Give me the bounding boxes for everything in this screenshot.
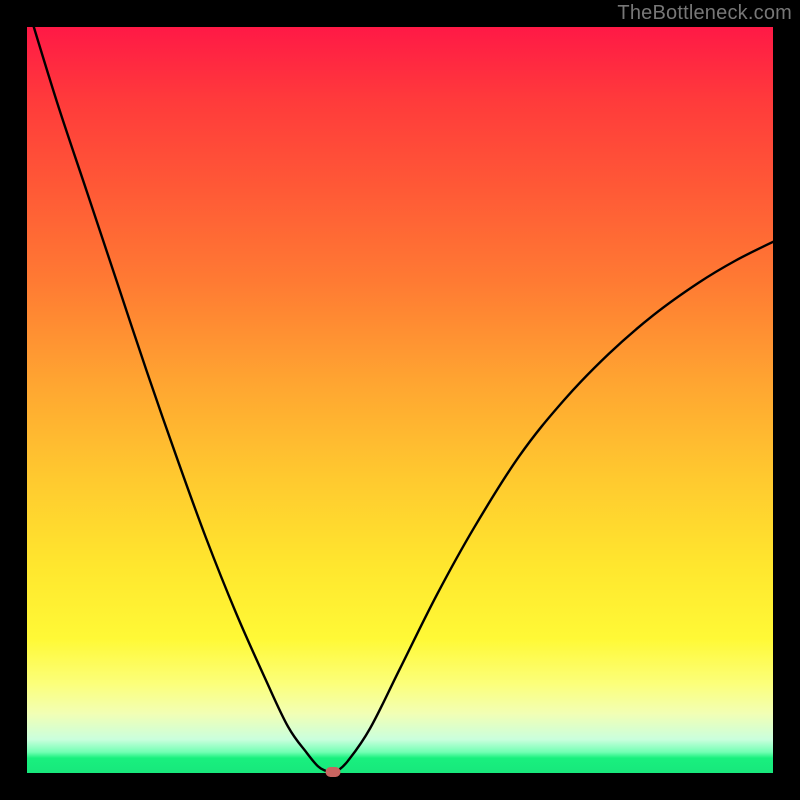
watermark-text: TheBottleneck.com [617,2,792,25]
plot-area [27,27,773,773]
chart-frame: TheBottleneck.com [0,0,800,800]
curve-left-branch [27,5,325,771]
bottleneck-curve [27,27,773,773]
curve-right-branch [337,242,773,772]
optimum-marker [325,767,340,777]
